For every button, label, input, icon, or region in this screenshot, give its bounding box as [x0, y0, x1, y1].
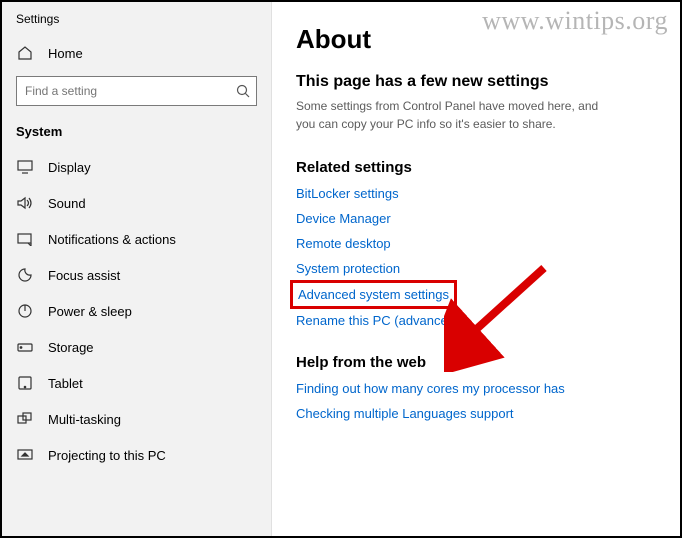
- page-subtext: Some settings from Control Panel have mo…: [296, 97, 616, 133]
- link-remote-desktop[interactable]: Remote desktop: [296, 236, 391, 251]
- projecting-icon: [16, 446, 34, 464]
- sidebar-item-label: Display: [48, 160, 91, 175]
- settings-sidebar: Settings Home System: [2, 2, 272, 536]
- help-links: Finding out how many cores my processor …: [296, 381, 660, 421]
- related-settings-title: Related settings: [296, 159, 660, 176]
- sidebar-item-label: Notifications & actions: [48, 232, 176, 247]
- focus-assist-icon: [16, 266, 34, 284]
- sidebar-item-label: Storage: [48, 340, 94, 355]
- sidebar-item-sound[interactable]: Sound: [2, 185, 271, 221]
- display-icon: [16, 158, 34, 176]
- sidebar-item-tablet[interactable]: Tablet: [2, 365, 271, 401]
- power-icon: [16, 302, 34, 320]
- page-title: About: [296, 24, 660, 55]
- sidebar-item-storage[interactable]: Storage: [2, 329, 271, 365]
- sidebar-section-header: System: [2, 120, 271, 145]
- sidebar-item-projecting[interactable]: Projecting to this PC: [2, 437, 271, 473]
- link-advanced-system-settings[interactable]: Advanced system settings: [296, 286, 451, 303]
- home-icon: [16, 44, 34, 62]
- link-device-manager[interactable]: Device Manager: [296, 211, 391, 226]
- link-rename-pc-advanced[interactable]: Rename this PC (advanced): [296, 313, 459, 328]
- notifications-icon: [16, 230, 34, 248]
- link-cores-help[interactable]: Finding out how many cores my processor …: [296, 381, 565, 396]
- sidebar-item-multitasking[interactable]: Multi-tasking: [2, 401, 271, 437]
- sidebar-item-label: Focus assist: [48, 268, 120, 283]
- search-box: [16, 76, 257, 106]
- main-content: About This page has a few new settings S…: [272, 2, 680, 536]
- sidebar-item-label: Projecting to this PC: [48, 448, 166, 463]
- sidebar-item-display[interactable]: Display: [2, 149, 271, 185]
- storage-icon: [16, 338, 34, 356]
- link-system-protection[interactable]: System protection: [296, 261, 400, 276]
- sidebar-nav: Display Sound Notifications & actions: [2, 149, 271, 473]
- app-title: Settings: [2, 8, 271, 36]
- page-subheading: This page has a few new settings: [296, 73, 660, 91]
- sidebar-item-label: Tablet: [48, 376, 83, 391]
- related-settings-links: BitLocker settings Device Manager Remote…: [296, 186, 660, 328]
- sound-icon: [16, 194, 34, 212]
- help-from-web-title: Help from the web: [296, 354, 660, 371]
- link-languages-help[interactable]: Checking multiple Languages support: [296, 406, 514, 421]
- sidebar-item-focus-assist[interactable]: Focus assist: [2, 257, 271, 293]
- sidebar-item-label: Power & sleep: [48, 304, 132, 319]
- search-input[interactable]: [16, 76, 257, 106]
- sidebar-item-power-sleep[interactable]: Power & sleep: [2, 293, 271, 329]
- tablet-icon: [16, 374, 34, 392]
- home-button[interactable]: Home: [2, 36, 271, 70]
- sidebar-item-label: Sound: [48, 196, 86, 211]
- link-bitlocker-settings[interactable]: BitLocker settings: [296, 186, 399, 201]
- multitasking-icon: [16, 410, 34, 428]
- sidebar-item-notifications[interactable]: Notifications & actions: [2, 221, 271, 257]
- sidebar-item-label: Multi-tasking: [48, 412, 121, 427]
- home-label: Home: [48, 46, 83, 61]
